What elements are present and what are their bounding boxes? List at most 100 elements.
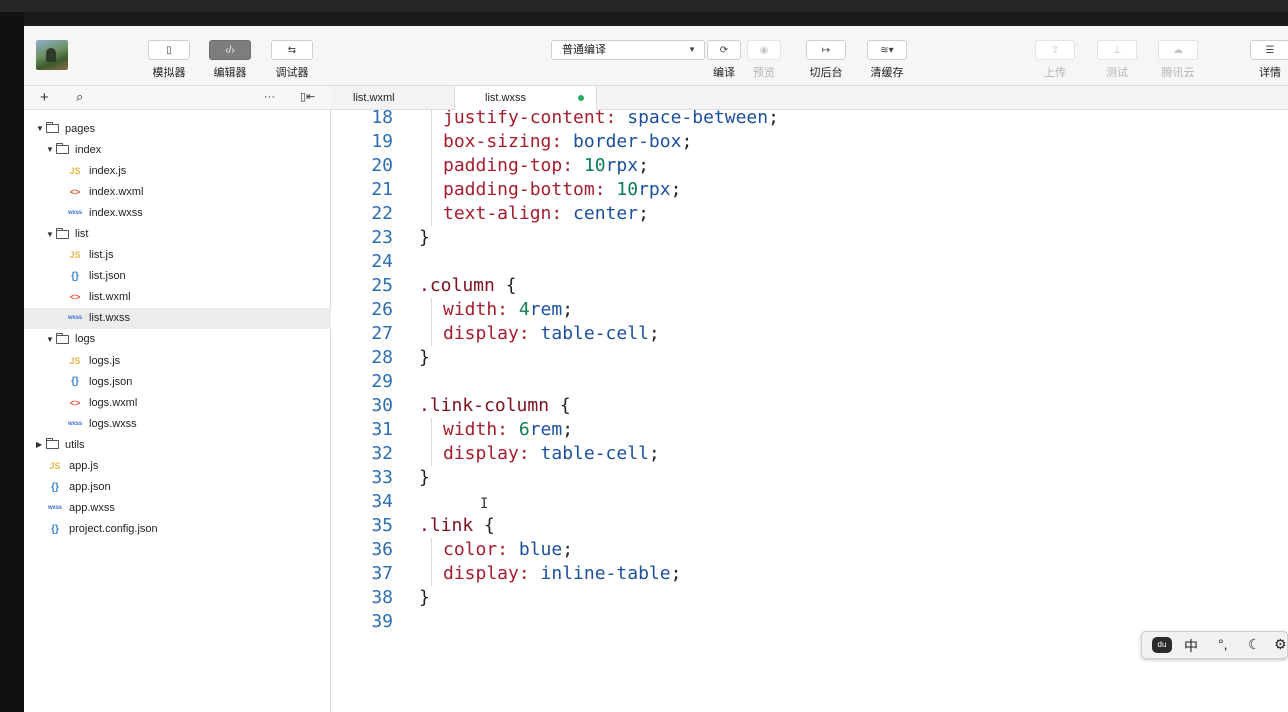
code-line: 25 .column { — [331, 274, 1288, 298]
code-token: border-box — [562, 131, 682, 152]
simulator-button[interactable]: ▯ 模拟器 — [148, 40, 190, 80]
code-token: width: — [443, 419, 509, 440]
tree-file-list-js[interactable]: JS list.js — [24, 245, 331, 266]
code-editor[interactable]: 18 justify-content: space-between; 19 box-s… — [331, 110, 1288, 712]
code-text: display: table-cell; — [443, 322, 660, 346]
search-icon[interactable]: ⌕ — [76, 89, 83, 105]
wxml-file-icon: <> — [69, 397, 81, 408]
editor-tabs: list.wxml list.wxss — [331, 86, 1288, 111]
code-text: width: 4rem; — [443, 298, 573, 322]
tree-file-logs-wxml[interactable]: <> logs.wxml — [24, 392, 331, 413]
tree-file-logs-wxss[interactable]: wxss logs.wxss — [24, 413, 331, 434]
collapse-panel-icon[interactable]: ▯⇤ — [300, 90, 315, 103]
upload-icon: ⇧ — [1035, 40, 1075, 60]
folder-open-icon — [56, 227, 69, 239]
line-number: 30 — [371, 395, 393, 416]
code-token: display: — [443, 563, 530, 584]
code-line: 18 justify-content: space-between; — [331, 110, 1288, 130]
user-avatar[interactable] — [36, 40, 68, 70]
upload-button[interactable]: ⇧ 上传 — [1035, 40, 1075, 80]
details-button[interactable]: ☰ 详情 — [1250, 40, 1288, 80]
line-number: 23 — [371, 227, 393, 248]
background-button[interactable]: ↦ 切后台 — [806, 40, 846, 80]
ime-language[interactable]: 中 — [1184, 636, 1198, 656]
code-text: color: blue; — [443, 538, 573, 562]
line-number: 19 — [371, 131, 393, 152]
tree-file-app-json[interactable]: {} app.json — [24, 477, 331, 498]
compile-mode-select[interactable]: 普通编译 ▼ — [551, 40, 705, 60]
code-line: 26 width: 4rem; — [331, 298, 1288, 322]
code-token: } — [419, 587, 430, 608]
json-file-icon: {} — [51, 523, 59, 535]
tree-file-list-wxss[interactable]: wxss list.wxss — [24, 307, 331, 329]
code-token: ; — [638, 203, 649, 224]
code-text: .link { — [419, 514, 495, 538]
tree-file-index-js[interactable]: JS index.js — [24, 160, 331, 181]
line-number: 27 — [371, 323, 393, 344]
flask-icon: ⊥ — [1097, 40, 1137, 60]
paw-icon: du — [1152, 637, 1172, 653]
compile-button[interactable]: ⟳ 编译 — [707, 40, 741, 80]
details-label: 详情 — [1259, 67, 1281, 79]
tree-file-app-wxss[interactable]: wxss app.wxss — [24, 498, 331, 519]
tree-label: list — [75, 228, 89, 241]
code-token: ; — [670, 563, 682, 584]
tree-folder-index[interactable]: ▼ index — [24, 139, 331, 160]
cloud-button[interactable]: ☁ 腾讯云 — [1158, 40, 1198, 80]
line-number: 29 — [371, 371, 393, 392]
js-file-icon: JS — [69, 355, 81, 366]
input-method-bar[interactable]: du 中 °, ☾ ⚙ — [1141, 631, 1288, 659]
tree-file-list-json[interactable]: {} list.json — [24, 266, 331, 287]
expanded-arrow-icon: ▼ — [36, 124, 44, 134]
preview-button[interactable]: ◉ 预览 — [747, 40, 781, 80]
code-token: text-align: — [443, 203, 563, 224]
moon-icon[interactable]: ☾ — [1248, 636, 1261, 653]
wxss-file-icon: wxss — [68, 420, 82, 427]
code-text: .link-column { — [419, 394, 571, 418]
tree-folder-list[interactable]: ▼ list — [24, 223, 331, 244]
simulator-label: 模拟器 — [152, 67, 186, 79]
tab-list-wxml[interactable]: list.wxml — [331, 86, 455, 110]
line-number: 18 — [371, 110, 393, 128]
tree-file-index-wxml[interactable]: <> index.wxml — [24, 181, 331, 202]
line-number: 25 — [371, 275, 393, 296]
code-line: 21 padding-bottom: 10rpx; — [331, 178, 1288, 202]
tree-folder-pages[interactable]: ▼ pages — [24, 118, 331, 139]
more-icon[interactable]: ··· — [264, 91, 275, 103]
line-number: 20 — [371, 155, 393, 176]
editor-button[interactable]: ‹/› 编辑器 — [209, 40, 251, 80]
gear-icon[interactable]: ⚙ — [1274, 636, 1287, 653]
tree-file-logs-js[interactable]: JS logs.js — [24, 350, 331, 371]
tree-label: app.json — [69, 481, 111, 494]
tab-label: list.wxss — [485, 92, 526, 104]
debugger-button[interactable]: ⇆ 调试器 — [271, 40, 313, 80]
folder-icon — [46, 438, 59, 450]
code-text: } — [419, 226, 430, 250]
tree-file-project-config[interactable]: {} project.config.json — [24, 519, 331, 540]
test-button[interactable]: ⊥ 测试 — [1097, 40, 1137, 80]
compile-label: 编译 — [713, 67, 735, 79]
code-text: padding-bottom: 10rpx; — [443, 178, 681, 202]
tree-file-logs-json[interactable]: {} logs.json — [24, 371, 331, 392]
tab-list-wxss[interactable]: list.wxss — [455, 86, 597, 111]
tree-file-list-wxml[interactable]: <> list.wxml — [24, 287, 331, 308]
line-number: 24 — [371, 251, 393, 272]
screen-left-edge — [0, 12, 24, 712]
code-token: { — [549, 395, 571, 416]
tree-file-app-js[interactable]: JS app.js — [24, 456, 331, 477]
code-token: display: — [443, 443, 530, 464]
clear-cache-button[interactable]: ≋▾ 清缓存 — [867, 40, 907, 80]
code-token: justify-content: — [443, 110, 617, 128]
wxss-file-icon: wxss — [68, 209, 82, 216]
line-number: 35 — [371, 515, 393, 536]
line-number: 34 — [371, 491, 393, 512]
tree-file-index-wxss[interactable]: wxss index.wxss — [24, 202, 331, 223]
ime-punctuation[interactable]: °, — [1218, 636, 1228, 652]
line-number: 28 — [371, 347, 393, 368]
code-token: rpx — [605, 155, 639, 176]
add-icon[interactable]: + — [40, 89, 49, 106]
tree-folder-utils[interactable]: ▶ utils — [24, 434, 331, 455]
wxss-file-icon: wxss — [48, 505, 62, 512]
code-token: .link-column — [419, 395, 550, 416]
tree-folder-logs[interactable]: ▼ logs — [24, 329, 331, 350]
